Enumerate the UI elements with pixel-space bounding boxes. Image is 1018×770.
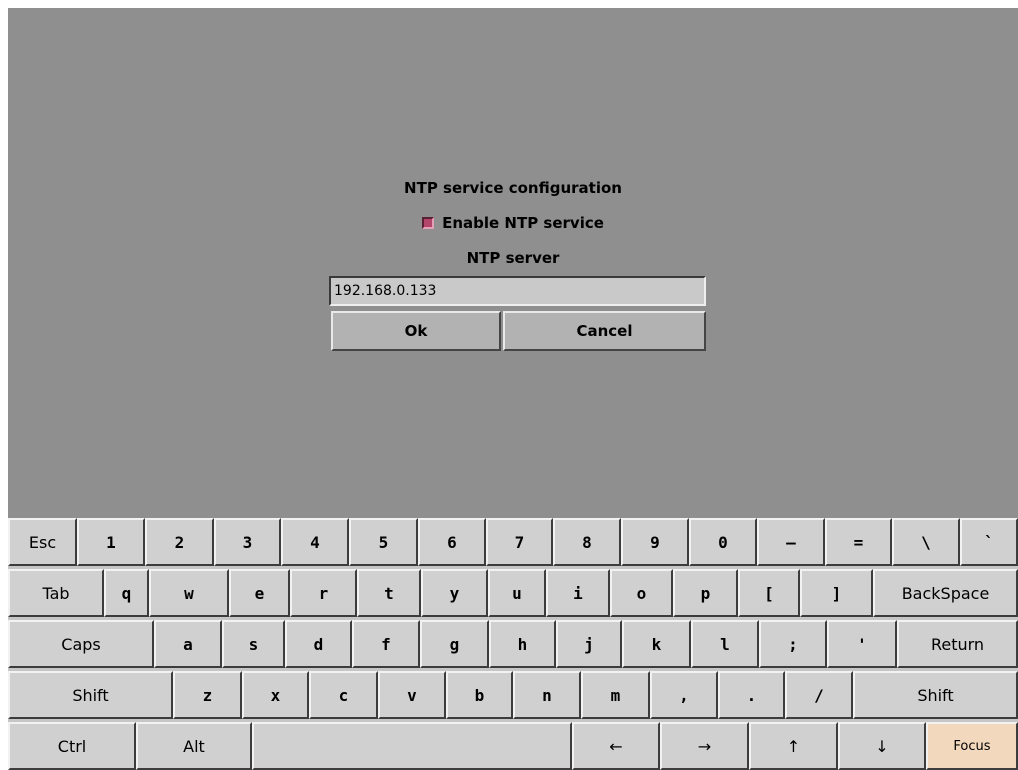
enable-ntp-checkbox-row[interactable]: Enable NTP service xyxy=(8,214,1018,232)
key-o[interactable]: o xyxy=(610,569,673,617)
key-x[interactable]: x xyxy=(242,671,309,719)
key-c[interactable]: c xyxy=(309,671,378,719)
key-equals[interactable]: = xyxy=(825,518,892,566)
key-q[interactable]: q xyxy=(104,569,149,617)
key-j[interactable]: j xyxy=(556,620,622,668)
keyboard-row-3: Caps a s d f g h j k l ; ' Return xyxy=(8,620,1018,668)
key-m[interactable]: m xyxy=(581,671,650,719)
key-2[interactable]: 2 xyxy=(145,518,214,566)
key-arrow-up[interactable]: ↑ xyxy=(749,722,838,770)
key-ctrl[interactable]: Ctrl xyxy=(8,722,136,770)
key-caps[interactable]: Caps xyxy=(8,620,154,668)
key-minus[interactable]: – xyxy=(757,518,825,566)
key-e[interactable]: e xyxy=(229,569,290,617)
key-v[interactable]: v xyxy=(378,671,446,719)
key-b[interactable]: b xyxy=(446,671,513,719)
key-arrow-down[interactable]: ↓ xyxy=(838,722,926,770)
key-tab[interactable]: Tab xyxy=(8,569,104,617)
key-left-bracket[interactable]: [ xyxy=(738,569,800,617)
key-8[interactable]: 8 xyxy=(553,518,621,566)
key-g[interactable]: g xyxy=(420,620,489,668)
key-0[interactable]: 0 xyxy=(689,518,757,566)
key-w[interactable]: w xyxy=(149,569,229,617)
on-screen-keyboard: Esc 1 2 3 4 5 6 7 8 9 0 – = \ ` Tab q w … xyxy=(8,518,1018,770)
key-right-bracket[interactable]: ] xyxy=(800,569,873,617)
ntp-server-input[interactable] xyxy=(329,276,706,306)
enable-ntp-label: Enable NTP service xyxy=(442,214,604,232)
key-6[interactable]: 6 xyxy=(418,518,486,566)
key-7[interactable]: 7 xyxy=(486,518,553,566)
key-p[interactable]: p xyxy=(673,569,738,617)
key-backslash[interactable]: \ xyxy=(892,518,960,566)
key-u[interactable]: u xyxy=(488,569,546,617)
key-l[interactable]: l xyxy=(691,620,759,668)
cancel-button[interactable]: Cancel xyxy=(503,311,706,351)
key-r[interactable]: r xyxy=(290,569,357,617)
key-y[interactable]: y xyxy=(421,569,488,617)
key-arrow-right[interactable]: → xyxy=(660,722,749,770)
key-backspace[interactable]: BackSpace xyxy=(873,569,1018,617)
key-5[interactable]: 5 xyxy=(349,518,418,566)
key-arrow-left[interactable]: ← xyxy=(572,722,660,770)
key-f[interactable]: f xyxy=(352,620,420,668)
key-d[interactable]: d xyxy=(285,620,352,668)
key-esc[interactable]: Esc xyxy=(8,518,77,566)
key-return[interactable]: Return xyxy=(897,620,1018,668)
key-semicolon[interactable]: ; xyxy=(759,620,827,668)
key-k[interactable]: k xyxy=(622,620,691,668)
key-backtick[interactable]: ` xyxy=(960,518,1018,566)
key-s[interactable]: s xyxy=(222,620,285,668)
key-9[interactable]: 9 xyxy=(621,518,689,566)
key-space[interactable] xyxy=(252,722,572,770)
key-h[interactable]: h xyxy=(489,620,556,668)
key-4[interactable]: 4 xyxy=(281,518,349,566)
key-comma[interactable]: , xyxy=(650,671,718,719)
key-right-shift[interactable]: Shift xyxy=(853,671,1018,719)
keyboard-row-4: Shift z x c v b n m , . / Shift xyxy=(8,671,1018,719)
key-3[interactable]: 3 xyxy=(214,518,281,566)
keyboard-row-1: Esc 1 2 3 4 5 6 7 8 9 0 – = \ ` xyxy=(8,518,1018,566)
key-z[interactable]: z xyxy=(173,671,242,719)
keyboard-row-2: Tab q w e r t y u i o p [ ] BackSpace xyxy=(8,569,1018,617)
key-n[interactable]: n xyxy=(513,671,581,719)
screen: NTP service configuration Enable NTP ser… xyxy=(8,8,1018,770)
key-alt[interactable]: Alt xyxy=(136,722,252,770)
keyboard-row-5: Ctrl Alt ← → ↑ ↓ Focus xyxy=(8,722,1018,770)
ntp-dialog: NTP service configuration Enable NTP ser… xyxy=(8,8,1018,518)
key-slash[interactable]: / xyxy=(785,671,853,719)
enable-ntp-checkbox[interactable] xyxy=(422,217,435,229)
key-t[interactable]: t xyxy=(357,569,421,617)
key-apostrophe[interactable]: ' xyxy=(827,620,897,668)
ntp-server-label: NTP server xyxy=(466,249,560,267)
key-period[interactable]: . xyxy=(718,671,785,719)
key-i[interactable]: i xyxy=(546,569,610,617)
ok-button[interactable]: Ok xyxy=(331,311,501,351)
dialog-title: NTP service configuration xyxy=(404,179,622,197)
key-1[interactable]: 1 xyxy=(77,518,145,566)
key-left-shift[interactable]: Shift xyxy=(8,671,173,719)
key-focus[interactable]: Focus xyxy=(926,722,1018,770)
key-a[interactable]: a xyxy=(154,620,222,668)
